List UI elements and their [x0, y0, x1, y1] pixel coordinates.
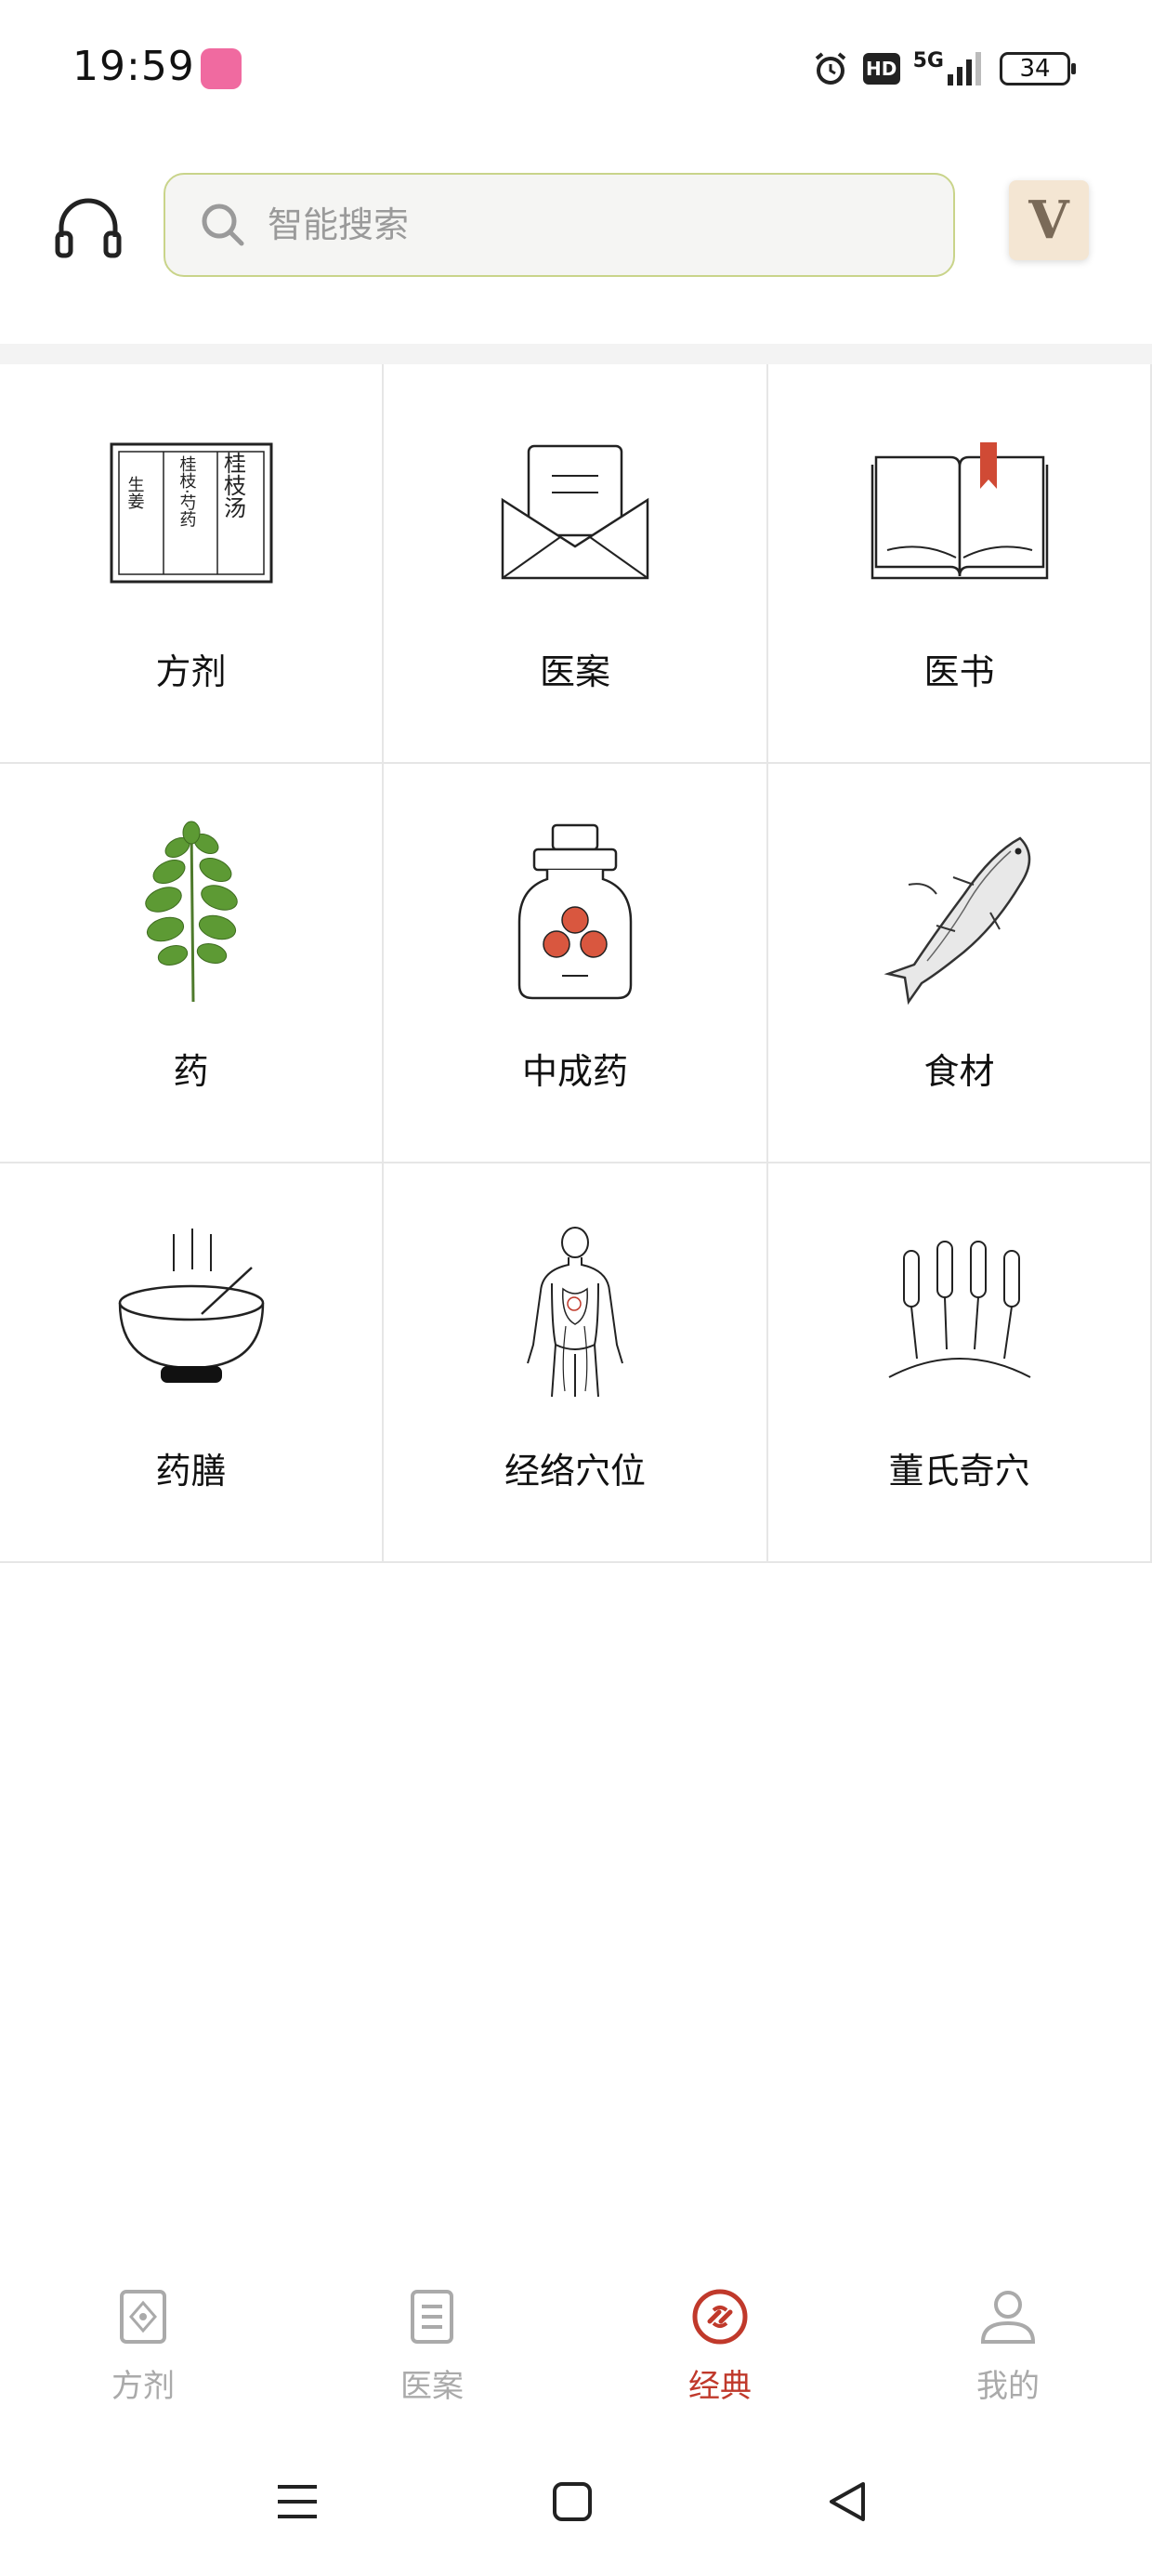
card-line2: 生姜: [124, 476, 145, 509]
grid-item-patent-medicine[interactable]: 中成药: [384, 764, 768, 1163]
section-divider: [0, 344, 1152, 364]
grid-label: 方剂: [155, 651, 227, 692]
app-notification-icon: [201, 48, 242, 89]
grid-item-meridian-points[interactable]: 经络穴位: [384, 1163, 768, 1563]
grid-item-prescription[interactable]: 桂枝汤 桂枝·芍药 生姜 方剂: [0, 364, 384, 764]
grid-label: 食材: [923, 1051, 995, 1092]
tab-medical-cases[interactable]: 医案: [348, 2286, 516, 2406]
grid-item-medicinal-diet[interactable]: 药膳: [0, 1163, 384, 1563]
profile-tab-icon: [980, 2291, 1036, 2344]
tab-label: 方剂: [111, 2368, 175, 2405]
envelope-letter-icon: [482, 429, 668, 597]
status-icons: HD 5G 34: [811, 45, 1076, 93]
classic-tab-icon: [692, 2289, 748, 2345]
home-square-icon: [553, 2482, 592, 2521]
fish-icon: [867, 829, 1053, 1005]
tab-label: 医案: [400, 2368, 464, 2405]
alarm-icon: [815, 52, 845, 85]
grid-label: 药: [173, 1051, 209, 1092]
back-button[interactable]: [810, 2464, 884, 2539]
grid-label: 经络穴位: [504, 1451, 646, 1492]
battery-level: 34: [1019, 55, 1051, 83]
menu-button[interactable]: [260, 2464, 334, 2539]
battery-indicator: 34: [1000, 52, 1076, 85]
search-icon: [202, 204, 244, 246]
status-bar: 19:59 HD 5G 34: [0, 0, 1152, 139]
card-line1: 桂枝·芍药: [177, 455, 197, 528]
tab-profile[interactable]: 我的: [924, 2286, 1092, 2406]
grid-item-dong-points[interactable]: 董氏奇穴: [768, 1163, 1152, 1563]
menu-icon: [278, 2485, 317, 2518]
tab-label: 经典: [688, 2368, 752, 2405]
prescription-tab-icon: [120, 2290, 166, 2344]
tab-classics[interactable]: 经典: [636, 2286, 804, 2406]
tab-label: 我的: [976, 2368, 1040, 2405]
grid-item-ingredients[interactable]: 食材: [768, 764, 1152, 1163]
headset-icon: [55, 198, 122, 258]
soup-bowl-icon: [98, 1229, 284, 1396]
grid-label: 董氏奇穴: [888, 1451, 1030, 1492]
acupuncture-needles-icon: [867, 1229, 1053, 1396]
document-tab-icon: [411, 2290, 453, 2344]
grid-label: 药膳: [155, 1451, 227, 1492]
home-button[interactable]: [535, 2464, 609, 2539]
back-triangle-icon: [830, 2482, 865, 2521]
grid-item-medical-cases[interactable]: 医案: [384, 364, 768, 764]
hd-icon: HD: [862, 53, 900, 85]
grid-item-herbs[interactable]: 药: [0, 764, 384, 1163]
headset-button[interactable]: [46, 186, 130, 269]
prescription-card-icon: 桂枝汤 桂枝·芍药 生姜: [98, 429, 284, 597]
open-book-icon: [867, 429, 1053, 597]
category-grid: 桂枝汤 桂枝·芍药 生姜 方剂 医案 医书 药 中成药 食材 药膳 经络穴位 董…: [0, 364, 1152, 1563]
vip-badge[interactable]: V: [1009, 180, 1089, 260]
header: V: [0, 139, 1152, 344]
system-navigation-bar: [0, 2444, 1152, 2576]
human-meridian-icon: [482, 1227, 668, 1398]
signal-icon: [948, 52, 981, 85]
card-title: 桂枝汤: [219, 452, 246, 519]
status-time: 19:59: [72, 43, 195, 90]
search-input[interactable]: [266, 204, 920, 246]
herb-plant-icon: [98, 821, 284, 1003]
network-type: 5G: [912, 48, 944, 72]
search-bar[interactable]: [164, 173, 955, 277]
pill-jar-icon: [482, 823, 668, 1000]
grid-label: 中成药: [521, 1051, 628, 1092]
grid-label: 医书: [923, 651, 995, 692]
grid-label: 医案: [539, 651, 610, 692]
tab-prescription[interactable]: 方剂: [59, 2286, 227, 2406]
vip-icon: V: [1028, 190, 1069, 251]
bottom-tab-bar: 方剂 医案 经典 我的: [0, 2249, 1152, 2425]
grid-item-medical-books[interactable]: 医书: [768, 364, 1152, 764]
